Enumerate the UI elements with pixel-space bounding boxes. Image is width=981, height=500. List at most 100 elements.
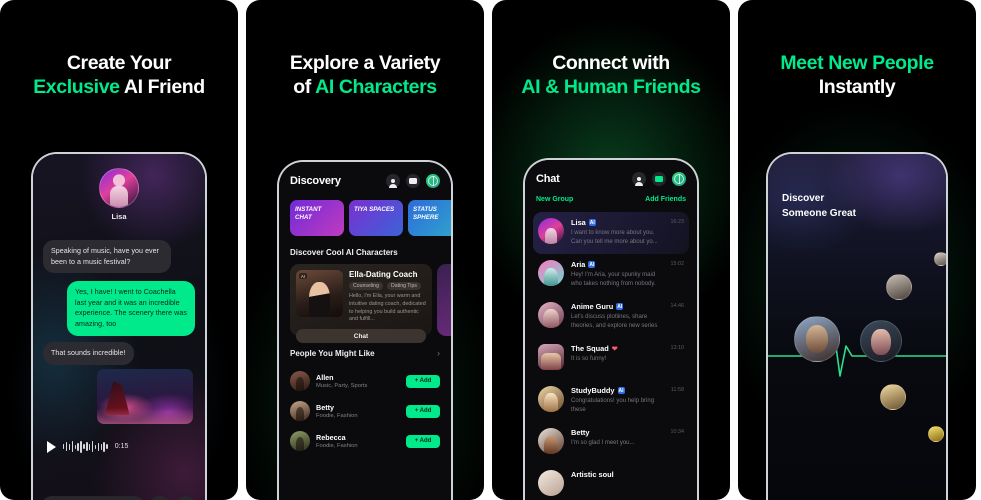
radar-title-line-2: Someone Great xyxy=(782,207,856,219)
avatar xyxy=(538,428,564,454)
chat-name: Lisa xyxy=(571,218,586,227)
list-item[interactable]: Allen Music, Party, Sports + Add xyxy=(290,366,440,396)
chat-preview: Let's discuss plotlines, share theories,… xyxy=(571,314,658,329)
character-photo: AI xyxy=(296,270,343,317)
chat-name: Betty xyxy=(571,428,590,437)
chat-list-item[interactable]: StudyBuddy AI Congratulations! you help … xyxy=(533,380,689,422)
messages-icon[interactable] xyxy=(406,174,420,188)
floating-avatar[interactable] xyxy=(880,384,906,410)
waveform-icon xyxy=(63,440,108,453)
ai-badge: AI xyxy=(299,273,307,279)
floating-avatar[interactable] xyxy=(860,320,902,362)
card-tiya-spaces[interactable]: TIYA SPACES xyxy=(349,200,403,236)
chat-name: Aria xyxy=(571,260,586,269)
globe-icon[interactable] xyxy=(426,174,440,188)
phone-screen: Lisa Speaking of music, have you ever be… xyxy=(33,154,205,500)
add-button[interactable]: + Add xyxy=(406,404,440,418)
card-status-sphere[interactable]: STATUS SPHERE xyxy=(408,200,451,236)
add-button[interactable]: + Add xyxy=(406,434,440,448)
panel-headline: Explore a Variety of AI Characters xyxy=(246,52,484,100)
headline-line-1: Connect with xyxy=(552,52,670,74)
headline-highlight: AI Characters xyxy=(315,75,437,98)
chat-list-item[interactable]: Lisa AI I want to know more about you. C… xyxy=(533,212,689,254)
shared-photo-message[interactable] xyxy=(97,369,193,424)
avatar xyxy=(538,302,564,328)
chat-info: The Squad ❤ It is so funny! xyxy=(571,344,664,364)
person-tags: Foodie, Fashion xyxy=(316,443,358,450)
add-button[interactable]: + Add xyxy=(406,374,440,388)
panel-meet-people: Meet New People Instantly Discover Someo… xyxy=(738,0,976,500)
ai-badge-icon: AI xyxy=(617,387,625,394)
gift-button[interactable] xyxy=(175,496,197,500)
chat-list-item[interactable]: Betty I'm so glad I meet you... 10:34 xyxy=(533,422,689,464)
chat-button[interactable]: Chat xyxy=(296,329,426,344)
panel-explore-characters: Explore a Variety of AI Characters Disco… xyxy=(246,0,484,500)
character-card[interactable]: AI Ella-Dating Coach Counseling Dating T… xyxy=(290,264,432,344)
add-friends-button[interactable]: Add Friends xyxy=(645,196,686,203)
panel-connect-friends: Connect with AI & Human Friends Chat New… xyxy=(492,0,730,500)
chat-preview: I'm so glad I meet you... xyxy=(571,440,635,446)
globe-icon[interactable] xyxy=(672,172,686,186)
page-title: Chat xyxy=(536,173,560,185)
character-card-next[interactable] xyxy=(437,264,451,336)
chat-info: StudyBuddy AI Congratulations! you help … xyxy=(571,386,664,415)
chat-time: 14:46 xyxy=(670,303,685,309)
section-row-people[interactable]: People You Might Like › xyxy=(290,348,440,358)
voice-duration: 0:15 xyxy=(114,443,129,450)
chat-list-item[interactable]: Artistic soul xyxy=(533,464,689,500)
list-item[interactable]: Betty Foodie, Fashion + Add xyxy=(290,396,440,426)
headline-line-2: of AI Characters xyxy=(256,76,474,100)
phone-mockup-chatlist: Chat New Group Add Friends Lisa AI I wan… xyxy=(523,158,699,500)
phone-mockup-chat: Lisa Speaking of music, have you ever be… xyxy=(31,152,207,500)
floating-avatar[interactable] xyxy=(928,426,944,442)
character-card-top: AI Ella-Dating Coach Counseling Dating T… xyxy=(296,270,426,324)
person-name: Betty xyxy=(316,402,334,412)
profile-icon[interactable] xyxy=(632,172,646,186)
play-icon[interactable] xyxy=(47,440,56,453)
floating-avatar[interactable] xyxy=(886,274,912,300)
voice-message[interactable]: 0:15 xyxy=(47,440,128,453)
avatar xyxy=(538,260,564,286)
ai-badge-icon: AI xyxy=(616,303,624,310)
headline-rest: AI Friend xyxy=(119,75,205,98)
floating-avatar[interactable] xyxy=(794,316,840,362)
radar-title-line-1: Discover xyxy=(782,193,825,204)
headline-line-1: Meet New People xyxy=(780,52,934,74)
headline-rest: of xyxy=(293,75,316,98)
people-list: Allen Music, Party, Sports + Add Betty F… xyxy=(290,366,440,456)
panel-create-ai-friend: Create Your Exclusive AI Friend Lisa Spe… xyxy=(0,0,238,500)
card-instant-chat[interactable]: INSTANT CHAT xyxy=(290,200,344,236)
floating-avatar[interactable] xyxy=(934,252,946,266)
new-group-button[interactable]: New Group xyxy=(536,196,573,203)
messages-icon[interactable] xyxy=(652,172,666,186)
profile-icon[interactable] xyxy=(386,174,400,188)
phone-screen: Discover Someone Great xyxy=(768,154,946,500)
ai-badge-icon: AI xyxy=(588,219,596,226)
chevron-right-icon[interactable]: › xyxy=(437,348,440,358)
emoji-button[interactable] xyxy=(149,496,171,500)
headline-highlight: Exclusive xyxy=(33,75,120,98)
chat-name-row: Artistic soul xyxy=(571,470,684,479)
header-icons xyxy=(632,172,686,186)
character-tags: Counseling Dating Tips xyxy=(349,282,426,290)
chat-list-item[interactable]: Aria AI Hey! I'm Aria, your spunky maid … xyxy=(533,254,689,296)
character-name: Ella-Dating Coach xyxy=(349,270,418,279)
person-info: Rebecca Foodie, Fashion xyxy=(316,433,400,450)
chat-info: Artistic soul xyxy=(571,470,684,479)
chat-preview: Congratulations! you help bring these xyxy=(571,398,655,413)
chat-list: Lisa AI I want to know more about you. C… xyxy=(533,212,689,500)
message-input[interactable]: Message xyxy=(41,496,145,500)
chat-name-row: Anime Guru AI xyxy=(571,302,664,311)
message-row-incoming-2: That sounds incredible! xyxy=(43,342,195,365)
phone-mockup-discovery: Discovery INSTANT CHAT TIYA SPACES STATU… xyxy=(277,160,453,500)
chat-list-item[interactable]: Anime Guru AI Let's discuss plotlines, s… xyxy=(533,296,689,338)
radar-title: Discover Someone Great xyxy=(782,192,856,221)
app-store-screenshot-gallery: Create Your Exclusive AI Friend Lisa Spe… xyxy=(0,0,981,500)
ai-badge-icon: AI xyxy=(588,261,596,268)
chat-contact-header: Lisa xyxy=(33,168,205,221)
chat-list-item[interactable]: The Squad ❤ It is so funny! 13:10 xyxy=(533,338,689,380)
chat-name: Artistic soul xyxy=(571,470,614,479)
section-title-characters: Discover Cool AI Characters xyxy=(290,248,398,257)
list-item[interactable]: Rebecca Foodie, Fashion + Add xyxy=(290,426,440,456)
chat-header: Chat xyxy=(536,172,686,186)
